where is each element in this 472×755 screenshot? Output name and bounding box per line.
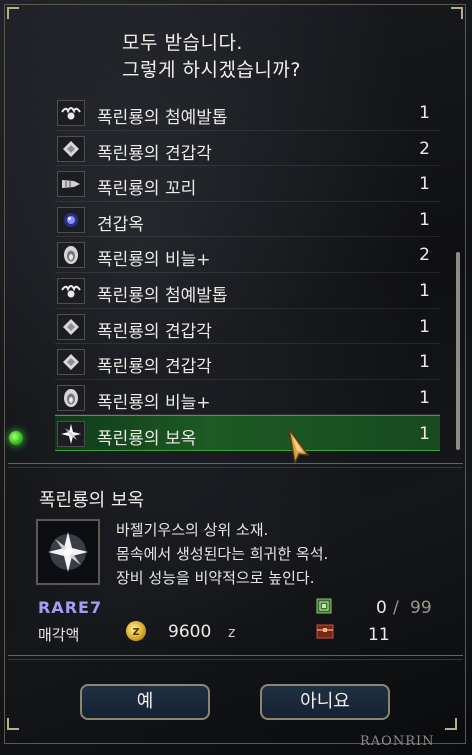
- item-box-icon: [316, 598, 332, 614]
- tail-icon: [57, 171, 85, 198]
- scale-icon: [57, 242, 85, 269]
- reward-item-list: 폭린룡의 첨예발톱 1 폭린룡의 견갑각 2 폭린룡의 꼬리 1 견갑옥 1 폭린룡의 비늘+ 2…: [55, 95, 440, 451]
- carapace-icon: [57, 313, 85, 340]
- currency-unit: z: [228, 625, 236, 641]
- storage-count: 11: [368, 625, 390, 645]
- jewel-icon: [36, 519, 100, 585]
- claw-icon: [57, 277, 85, 304]
- zenny-coin-icon: z: [126, 621, 146, 641]
- item-quantity: 2: [419, 245, 430, 266]
- carapace-icon: [57, 135, 85, 162]
- storage-chest-icon: [316, 624, 334, 639]
- item-quantity: 1: [419, 316, 430, 337]
- item-name: 폭린룡의 첨예발톱: [97, 108, 228, 128]
- box-count-separator: /: [393, 598, 399, 618]
- watermark: RAONRIN: [360, 734, 435, 749]
- claw-icon: [57, 100, 85, 126]
- selection-marker-icon: [9, 431, 23, 445]
- scale-icon: [57, 384, 85, 411]
- item-quantity: 2: [419, 138, 430, 159]
- prompt-line-1: 모두 받습니다.: [122, 32, 243, 54]
- item-name: 폭린룡의 보옥: [97, 429, 197, 450]
- reward-item-row[interactable]: 폭린룡의 견갑각 1: [55, 309, 440, 345]
- desc-line: 몸속에서 생성된다는 희귀한 옥석.: [116, 545, 329, 563]
- pointer-cursor-icon: [288, 428, 310, 465]
- frame-corner: [451, 7, 463, 19]
- frame-corner: [445, 718, 457, 730]
- box-max-count: 99: [410, 598, 432, 618]
- carapace-icon: [57, 349, 85, 376]
- item-quantity: 1: [419, 174, 430, 195]
- desc-line: 장비 성능을 비약적으로 높인다.: [116, 569, 315, 587]
- reward-item-row[interactable]: 폭린룡의 견갑각 2: [55, 131, 440, 167]
- reward-item-row[interactable]: 폭린룡의 첨예발톱 1: [55, 95, 440, 131]
- frame-corner: [7, 718, 19, 730]
- reward-item-row[interactable]: 폭린룡의 견갑각 1: [55, 344, 440, 380]
- reward-item-row[interactable]: 폭린룡의 비늘+ 1: [55, 380, 440, 416]
- item-quantity: 1: [419, 387, 430, 408]
- item-quantity: 1: [419, 103, 430, 123]
- item-name: 견갑옥: [97, 214, 144, 235]
- reward-item-row[interactable]: 폭린룡의 비늘+ 2: [55, 237, 440, 273]
- rarity-label: RARE7: [38, 598, 103, 617]
- reward-item-row[interactable]: 견갑옥 1: [55, 202, 440, 238]
- jewel-icon: [57, 421, 85, 448]
- gem-icon: [57, 206, 85, 233]
- list-scrollbar[interactable]: [456, 252, 460, 450]
- detail-description: 바젤기우스의 상위 소재. 몸속에서 생성된다는 희귀한 옥석. 장비 성능을 …: [116, 518, 328, 590]
- no-button[interactable]: 아니요: [260, 684, 390, 720]
- item-name: 폭린룡의 비늘+: [97, 392, 211, 413]
- item-quantity: 1: [419, 209, 430, 230]
- item-name: 폭린룡의 꼬리: [97, 179, 197, 200]
- item-name: 폭린룡의 견갑각: [97, 357, 212, 378]
- desc-line: 바젤기우스의 상위 소재.: [116, 521, 269, 539]
- confirm-prompt: 모두 받습니다. 그렇게 하시겠습니까?: [122, 30, 422, 84]
- reward-item-row[interactable]: 폭린룡의 첨예발톱 1: [55, 273, 440, 309]
- item-name: 폭린룡의 첨예발톱: [97, 285, 228, 306]
- box-owned-count: 0: [376, 598, 387, 618]
- item-name: 폭린룡의 비늘+: [97, 250, 211, 271]
- prompt-line-2: 그렇게 하시겠습니까?: [122, 59, 301, 81]
- sell-price-label: 매각액: [38, 626, 80, 644]
- item-quantity: 1: [419, 424, 430, 445]
- reward-item-row[interactable]: 폭린룡의 꼬리 1: [55, 166, 440, 202]
- item-name: 폭린룡의 견갑각: [97, 143, 212, 164]
- detail-title: 폭린룡의 보옥: [39, 490, 145, 511]
- item-name: 폭린룡의 견갑각: [97, 321, 212, 342]
- frame-corner: [7, 7, 19, 19]
- section-divider: [8, 655, 463, 660]
- item-quantity: 1: [419, 280, 430, 301]
- yes-button[interactable]: 예: [80, 684, 210, 720]
- item-quantity: 1: [419, 352, 430, 373]
- reward-item-row[interactable]: 폭린룡의 보옥 1: [55, 415, 440, 451]
- sell-price-value: 9600: [168, 622, 212, 642]
- section-divider: [8, 463, 463, 468]
